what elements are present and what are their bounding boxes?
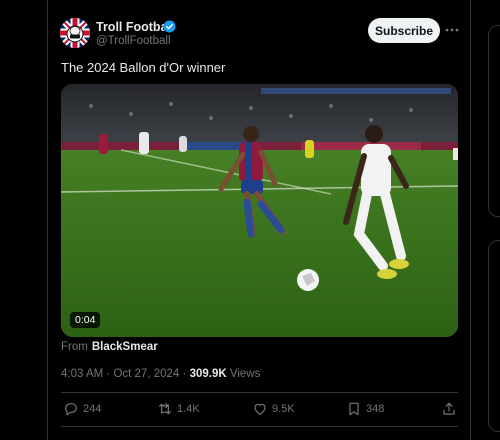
retweet-icon bbox=[159, 403, 171, 415]
tweet-time[interactable]: 4:03 AM bbox=[61, 368, 103, 380]
video-frame bbox=[61, 84, 458, 337]
tweet-text: The 2024 Ballon d'Or winner bbox=[61, 60, 226, 75]
source-prefix: From bbox=[61, 341, 88, 353]
author-handle[interactable]: @TrollFootball bbox=[96, 35, 171, 47]
subscribe-button[interactable]: Subscribe bbox=[368, 18, 440, 43]
share-button[interactable] bbox=[441, 401, 461, 417]
source-attribution: From BlackSmear bbox=[61, 341, 158, 353]
like-button[interactable]: 9.5K bbox=[252, 401, 295, 417]
sidebar-card-edge bbox=[488, 240, 500, 432]
divider bbox=[61, 426, 458, 427]
retweet-count: 1.4K bbox=[177, 403, 200, 415]
bookmark-icon bbox=[349, 402, 359, 416]
timeline-border-right bbox=[470, 0, 471, 440]
bookmark-count: 348 bbox=[366, 403, 385, 415]
verified-badge-icon bbox=[163, 20, 176, 33]
sidebar-card-edge bbox=[488, 25, 500, 217]
share-icon bbox=[443, 402, 455, 415]
tweet-date[interactable]: Oct 27, 2024 bbox=[113, 368, 179, 380]
meta-separator: · bbox=[106, 368, 111, 380]
source-name-link[interactable]: BlackSmear bbox=[92, 341, 158, 353]
like-count: 9.5K bbox=[272, 403, 295, 415]
retweet-button[interactable]: 1.4K bbox=[157, 401, 200, 417]
author-avatar[interactable] bbox=[60, 18, 90, 48]
bookmark-button[interactable]: 348 bbox=[346, 401, 384, 417]
avatar-flag-icon bbox=[60, 18, 90, 48]
reply-button[interactable]: 244 bbox=[63, 401, 101, 417]
video-duration: 0:04 bbox=[70, 312, 101, 328]
views-count: 309.9K bbox=[189, 368, 227, 380]
reply-count: 244 bbox=[83, 403, 102, 415]
more-options-icon[interactable] bbox=[444, 22, 460, 38]
video-player[interactable]: 0:04 bbox=[61, 84, 458, 337]
tweet-meta: 4:03 AM · Oct 27, 2024 · 309.9K Views bbox=[61, 368, 260, 380]
timeline-border-left bbox=[47, 0, 48, 440]
like-icon bbox=[254, 403, 266, 415]
divider bbox=[61, 392, 458, 393]
meta-separator: · bbox=[182, 368, 187, 380]
reply-icon bbox=[65, 403, 77, 416]
views-label: Views bbox=[229, 368, 261, 380]
